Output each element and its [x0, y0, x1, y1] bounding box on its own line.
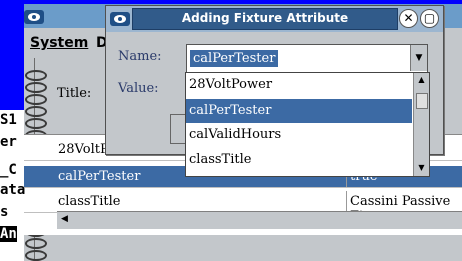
fragment-text: s	[0, 204, 9, 220]
table-cell-name: classTitle	[58, 194, 121, 209]
spiral-ring	[25, 118, 47, 129]
dropdown-option-label: calPerTester	[189, 103, 272, 118]
dropdown-option[interactable]: 28VoltPower	[186, 73, 412, 97]
value-label: Value:	[118, 81, 159, 96]
name-combobox-value: calPerTester	[190, 50, 279, 67]
dropdown-option-label: calValidHours	[189, 127, 282, 142]
horizontal-scrollbar[interactable]: ◀	[57, 211, 462, 229]
spiral-ring	[25, 238, 47, 249]
scroll-down-arrow-icon[interactable]: ▼	[416, 163, 427, 173]
title-label: Title:	[57, 86, 92, 101]
dialog-title: Adding Fixture Attribute	[181, 11, 349, 25]
spiral-ring	[25, 106, 47, 117]
close-icon[interactable]: ✕	[399, 9, 418, 28]
spiral-ring	[25, 82, 47, 93]
fragment-text: S1	[0, 112, 17, 128]
dialog-titlebar[interactable]: Adding Fixture Attribute ✕ ▢	[106, 6, 443, 32]
spiral-ring	[25, 94, 47, 105]
dropdown-option-label: 28VoltPower	[189, 77, 273, 92]
menu-system[interactable]: System	[30, 35, 88, 51]
window-menu-eye-icon[interactable]	[24, 10, 44, 24]
background-window-left: S1 er _C ata s An	[0, 110, 26, 261]
dialog-menu-eye-icon[interactable]	[110, 12, 130, 26]
scroll-up-arrow-icon[interactable]: ▲	[416, 75, 427, 85]
chevron-down-icon[interactable]: ▼	[410, 45, 427, 71]
restore-icon[interactable]: ▢	[420, 9, 439, 28]
scrollbar-thumb[interactable]	[416, 93, 428, 109]
vertical-scrollbar[interactable]: ▲ ▼	[413, 73, 429, 176]
fragment-text: An	[0, 226, 17, 242]
table-row[interactable]: classTitle Cassini Passive Fix	[24, 191, 462, 224]
dropdown-option-label: classTitle	[189, 152, 252, 167]
fragment-text: ata	[0, 182, 26, 198]
spiral-ring	[25, 250, 47, 261]
name-label: Name:	[118, 49, 162, 64]
table-cell-name: calPerTester	[58, 169, 141, 184]
dropdown-option[interactable]: calValidHours	[186, 123, 412, 147]
column-separator	[346, 191, 347, 212]
fragment-text: _C	[0, 162, 17, 178]
dropdown-option-selected[interactable]: calPerTester	[186, 99, 412, 123]
name-combobox[interactable]: calPerTester ▼	[186, 44, 428, 74]
name-dropdown-list[interactable]: 28VoltPower calPerTester calValidHours c…	[185, 72, 430, 177]
scroll-left-arrow-icon[interactable]: ◀	[61, 214, 68, 224]
dialog-title-bar[interactable]: Adding Fixture Attribute	[132, 8, 398, 30]
spiral-ring	[25, 70, 47, 81]
fragment-text: er	[0, 134, 17, 150]
dropdown-option[interactable]: classTitle	[186, 148, 412, 172]
